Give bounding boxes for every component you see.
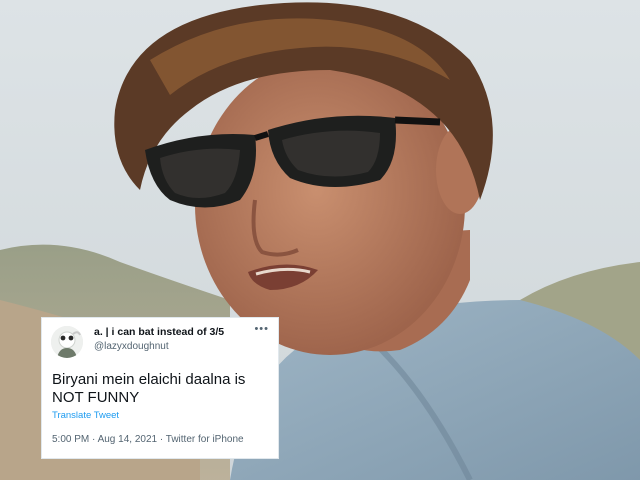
tweet-timestamp[interactable]: 5:00 PM · Aug 14, 2021 · Twitter for iPh… xyxy=(52,434,244,445)
meme-image: a. | i can bat instead of 3/5 @lazyxdoug… xyxy=(0,0,640,480)
tweet-card[interactable]: a. | i can bat instead of 3/5 @lazyxdoug… xyxy=(41,317,279,459)
translate-tweet-link[interactable]: Translate Tweet xyxy=(52,410,119,421)
avatar[interactable] xyxy=(51,326,83,358)
avatar-image xyxy=(51,326,83,358)
tweet-text: Biryani mein elaichi daalna is NOT FUNNY xyxy=(52,371,246,406)
tweet-handle[interactable]: @lazyxdoughnut xyxy=(94,341,169,352)
more-dots-icon[interactable]: ••• xyxy=(254,324,269,335)
tweet-display-name[interactable]: a. | i can bat instead of 3/5 xyxy=(94,326,224,338)
